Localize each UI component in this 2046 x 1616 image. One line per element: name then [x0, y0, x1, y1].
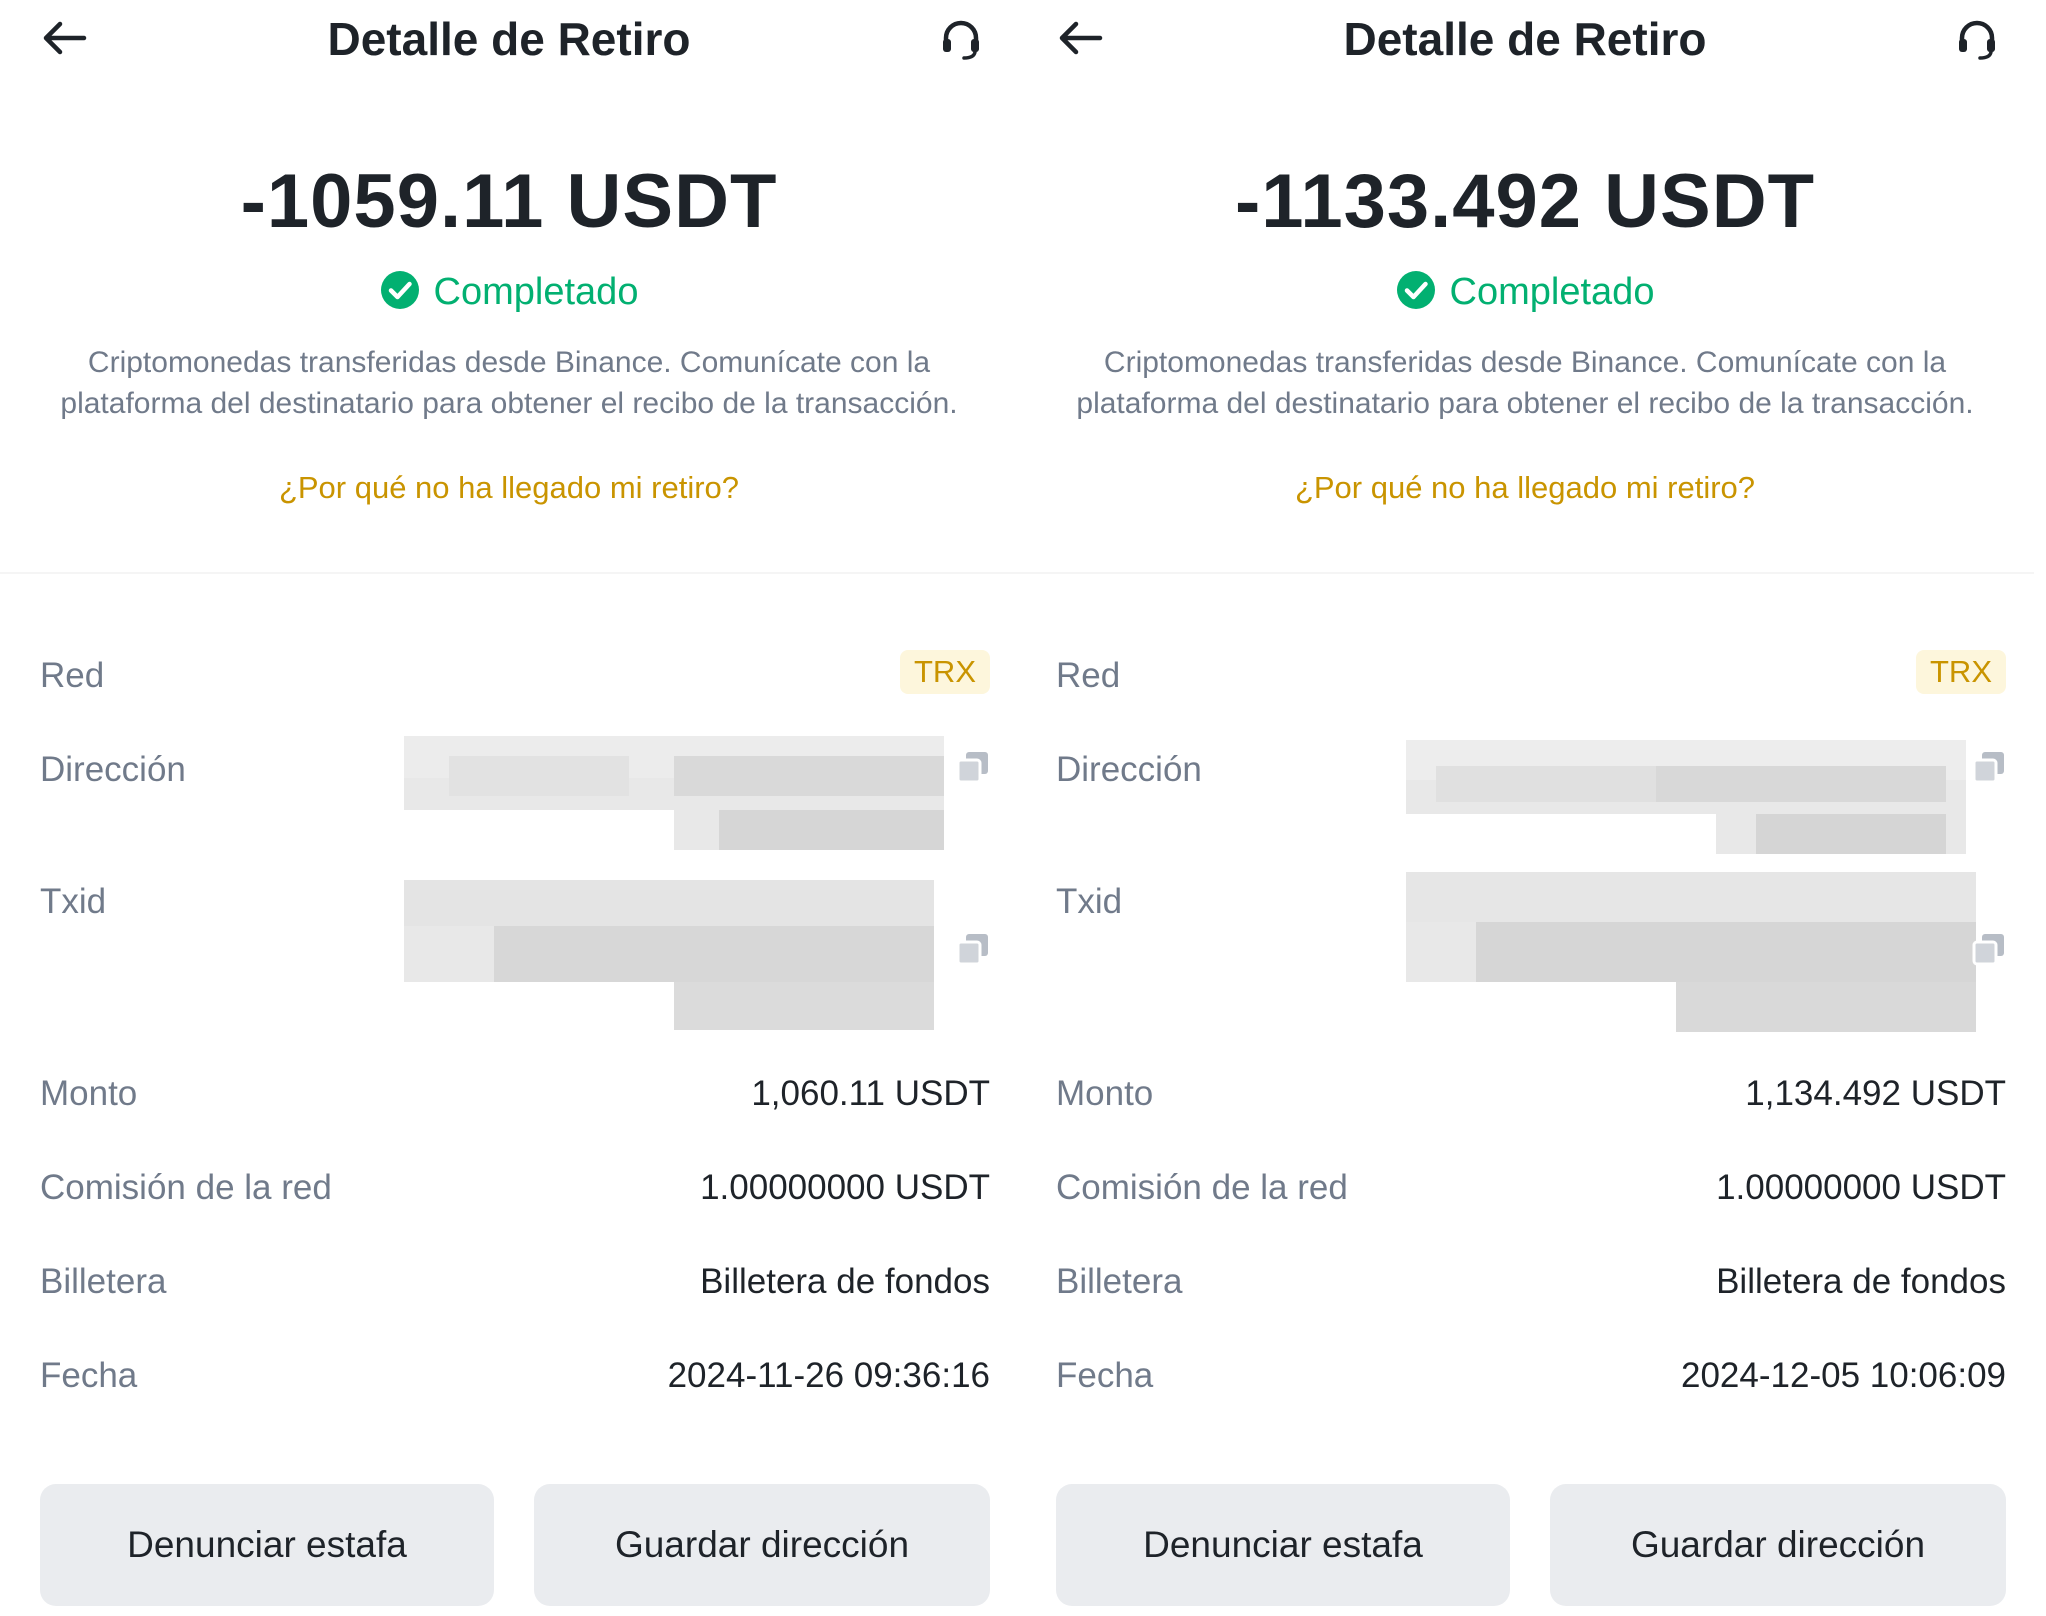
network-badge: TRX	[1916, 650, 2006, 694]
copy-icon[interactable]	[1972, 750, 2006, 784]
wallet-value: Billetera de fondos	[1716, 1262, 2006, 1301]
fee-value: 1.00000000 USDT	[700, 1168, 990, 1207]
address-redacted	[404, 736, 944, 850]
check-circle-icon	[380, 271, 419, 309]
status-badge: Completado	[1016, 270, 2034, 314]
status-text: Completado	[1449, 271, 1655, 313]
status-description: Criptomonedas transferidas desde Binance…	[1076, 346, 1974, 420]
fee-value: 1.00000000 USDT	[1716, 1168, 2006, 1207]
withdrawal-amount: -1133.492 USDT	[1234, 159, 1816, 244]
txid-redacted	[404, 880, 934, 1030]
page-title: Detalle de Retiro	[1343, 13, 1707, 65]
date-value: 2024-12-05 10:06:09	[1681, 1356, 2006, 1395]
status-badge: Completado	[0, 270, 1018, 314]
copy-icon[interactable]	[956, 750, 990, 784]
wallet-label: Billetera	[1056, 1262, 1183, 1301]
address-label: Dirección	[1056, 750, 1202, 789]
fee-label: Comisión de la red	[1056, 1168, 1348, 1207]
save-address-button[interactable]: Guardar dirección	[534, 1484, 990, 1606]
amount-label: Monto	[1056, 1074, 1154, 1113]
date-label: Fecha	[40, 1356, 138, 1395]
txid-redacted	[1406, 872, 1976, 1032]
network-label: Red	[40, 656, 105, 695]
section-divider	[0, 572, 1018, 574]
date-label: Fecha	[1056, 1356, 1154, 1395]
network-badge: TRX	[900, 650, 990, 694]
withdrawal-detail-panel-right: Detalle de Retiro -1133.492 USDT Complet…	[1016, 0, 2034, 1616]
txid-label: Txid	[40, 882, 107, 921]
check-circle-icon	[1396, 271, 1435, 309]
wallet-value: Billetera de fondos	[700, 1262, 990, 1301]
page-title: Detalle de Retiro	[327, 13, 691, 65]
address-label: Dirección	[40, 750, 186, 789]
report-scam-button[interactable]: Denunciar estafa	[1056, 1484, 1510, 1606]
save-address-button[interactable]: Guardar dirección	[1550, 1484, 2006, 1606]
address-redacted	[1406, 740, 1966, 854]
copy-icon[interactable]	[956, 932, 990, 966]
status-text: Completado	[433, 271, 639, 313]
fee-label: Comisión de la red	[40, 1168, 332, 1207]
report-scam-button[interactable]: Denunciar estafa	[40, 1484, 494, 1606]
section-divider	[1016, 572, 2034, 574]
network-label: Red	[1056, 656, 1121, 695]
copy-icon[interactable]	[1972, 932, 2006, 966]
headset-icon[interactable]	[1954, 16, 2000, 62]
withdrawal-amount: -1059.11 USDT	[240, 159, 778, 244]
withdrawal-detail-panel-left: Detalle de Retiro -1059.11 USDT Completa…	[0, 0, 1018, 1616]
amount-label: Monto	[40, 1074, 138, 1113]
withdrawal-help-link[interactable]: ¿Por qué no ha llegado mi retiro?	[1016, 470, 2034, 506]
withdrawal-help-link[interactable]: ¿Por qué no ha llegado mi retiro?	[0, 470, 1018, 506]
wallet-label: Billetera	[40, 1262, 167, 1301]
amount-value: 1,134.492 USDT	[1745, 1074, 2006, 1113]
headset-icon[interactable]	[938, 16, 984, 62]
status-description: Criptomonedas transferidas desde Binance…	[60, 346, 958, 420]
date-value: 2024-11-26 09:36:16	[667, 1356, 990, 1395]
amount-value: 1,060.11 USDT	[751, 1074, 990, 1113]
txid-label: Txid	[1056, 882, 1123, 921]
